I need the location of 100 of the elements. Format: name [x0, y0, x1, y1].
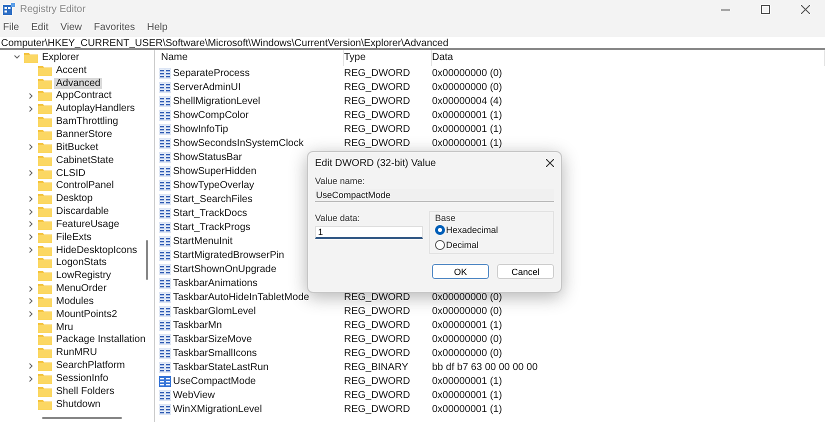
- value-name[interactable]: WinXMigrationLevel: [173, 404, 262, 414]
- value-type: REG_DWORD: [344, 138, 410, 148]
- value-name[interactable]: TaskbarAnimations: [173, 278, 258, 288]
- value-name[interactable]: ShowSuperHidden: [173, 166, 256, 176]
- tree-item[interactable]: Accent: [54, 64, 89, 76]
- radio-option[interactable]: Hexadecimal: [435, 223, 548, 238]
- menu-item[interactable]: View: [60, 22, 82, 33]
- tree-item[interactable]: LowRegistry: [54, 270, 114, 282]
- value-name[interactable]: TaskbarSizeMove: [173, 334, 252, 344]
- tree-item[interactable]: SearchPlatform: [54, 360, 127, 372]
- tree-item[interactable]: LogonStats: [54, 257, 109, 268]
- folder-icon: [38, 206, 52, 218]
- tree-item[interactable]: SessionInfo: [54, 373, 110, 384]
- menu-item[interactable]: Favorites: [94, 22, 135, 33]
- column-header[interactable]: Name: [159, 50, 344, 66]
- value-name[interactable]: StartMenuInit: [173, 236, 232, 246]
- value-data: 0x00000004 (4): [432, 96, 502, 106]
- value-data-field[interactable]: 1: [315, 226, 423, 239]
- close-icon[interactable]: [546, 159, 554, 167]
- folder-icon: [38, 373, 52, 384]
- folder-icon: [38, 154, 52, 166]
- tree-item[interactable]: HideDesktopIcons: [54, 244, 140, 256]
- value-data: 0x00000000 (0): [432, 306, 502, 316]
- tree-item[interactable]: BamThrottling: [54, 116, 120, 128]
- value-name[interactable]: ShellMigrationLevel: [173, 96, 260, 106]
- radio-icon[interactable]: [435, 225, 445, 236]
- tree-item[interactable]: AutoplayHandlers: [54, 103, 137, 114]
- field-label: Value data:: [315, 213, 361, 223]
- chevron-right-icon[interactable]: [27, 169, 35, 178]
- value-name[interactable]: ShowCompColor: [173, 110, 249, 120]
- radio-icon[interactable]: [435, 240, 445, 250]
- close-icon[interactable]: [800, 4, 810, 14]
- tree-item[interactable]: Advanced: [54, 78, 102, 89]
- address-bar[interactable]: Computer\HKEY_CURRENT_USER\Software\Microsoft\Windows\CurrentVersion\Explorer\Advanced: [0, 37, 825, 50]
- value-name[interactable]: Start_SearchFiles: [173, 194, 252, 204]
- tree-item[interactable]: AppContract: [54, 90, 114, 102]
- value-name[interactable]: SeparateProcess: [173, 68, 250, 78]
- tree-item[interactable]: Discardable: [54, 206, 111, 218]
- folder-icon: [38, 398, 52, 410]
- folder-icon: [38, 347, 52, 358]
- value-name[interactable]: Start_TrackDocs: [173, 208, 248, 218]
- value-name[interactable]: WebView: [173, 390, 215, 400]
- tree-item[interactable]: CabinetState: [54, 154, 116, 166]
- menu-item[interactable]: Help: [146, 22, 168, 33]
- column-header[interactable]: Data: [432, 50, 825, 66]
- value-name[interactable]: StartShownOnUpgrade: [173, 264, 276, 274]
- folder-icon: [38, 218, 52, 230]
- cancel-button[interactable]: Cancel: [497, 264, 554, 279]
- chevron-down-icon[interactable]: [13, 53, 21, 62]
- value-name[interactable]: TaskbarMn: [173, 320, 222, 330]
- tree-item[interactable]: Desktop: [54, 193, 95, 204]
- value-name[interactable]: Start_TrackProgs: [173, 222, 250, 232]
- value-name[interactable]: TaskbarGlomLevel: [173, 306, 256, 316]
- radio-option[interactable]: Decimal: [435, 238, 548, 252]
- value-type: REG_DWORD: [344, 110, 410, 120]
- value-name[interactable]: TaskbarStateLastRun: [173, 362, 269, 372]
- tree-item[interactable]: CLSID: [54, 168, 88, 179]
- value-name[interactable]: TaskbarAutoHideInTabletMode: [173, 292, 310, 302]
- scrollbar-thumb[interactable]: [146, 240, 148, 280]
- maximize-icon[interactable]: [760, 4, 770, 14]
- chevron-right-icon[interactable]: [27, 143, 35, 152]
- tree-item[interactable]: FileExts: [54, 232, 94, 243]
- value-name[interactable]: ShowInfoTip: [173, 124, 228, 134]
- tree-item[interactable]: Shutdown: [54, 398, 102, 410]
- folder-icon: [24, 52, 38, 63]
- group-label: Base: [435, 213, 457, 223]
- menu-item[interactable]: Edit: [31, 22, 48, 33]
- tree-item[interactable]: Mru: [54, 322, 76, 333]
- value-name[interactable]: ShowStatusBar: [173, 152, 242, 162]
- value-name[interactable]: UseCompactMode: [173, 376, 256, 386]
- menu-item[interactable]: File: [3, 22, 20, 33]
- scrollbar-thumb[interactable]: [42, 417, 122, 419]
- ok-button[interactable]: OK: [432, 264, 489, 279]
- folder-icon: [38, 334, 52, 346]
- value-data: 0x00000000 (0): [432, 292, 502, 302]
- value-name[interactable]: TaskbarSmallIcons: [173, 348, 257, 358]
- tree-item[interactable]: BannerStore: [54, 128, 114, 140]
- value-name[interactable]: ServerAdminUI: [173, 82, 241, 92]
- tree-item[interactable]: Shell Folders: [54, 386, 116, 397]
- tree-item[interactable]: Modules: [54, 296, 96, 307]
- value-type: REG_DWORD: [344, 124, 410, 134]
- value-type: REG_DWORD: [344, 390, 410, 400]
- tree-item[interactable]: Explorer: [40, 52, 82, 63]
- tree-item[interactable]: MountPoints2: [54, 308, 120, 320]
- value-type: REG_DWORD: [344, 348, 410, 358]
- value-type: REG_DWORD: [344, 68, 410, 78]
- column-header[interactable]: Type: [344, 50, 432, 66]
- tree-item[interactable]: BitBucket: [54, 142, 100, 153]
- tree-item[interactable]: MenuOrder: [54, 283, 109, 294]
- value-name-field: UseCompactMode: [315, 189, 554, 202]
- value-name[interactable]: StartMigratedBrowserPin: [173, 250, 284, 260]
- value-type: REG_BINARY: [344, 362, 408, 372]
- tree-item[interactable]: ControlPanel: [54, 180, 116, 192]
- field-label: Value name:: [315, 176, 366, 186]
- value-name[interactable]: ShowTypeOverlay: [173, 180, 254, 190]
- folder-icon: [38, 64, 52, 76]
- tree-item[interactable]: RunMRU: [54, 347, 100, 358]
- tree-item[interactable]: Package Installation: [54, 334, 148, 346]
- tree-item[interactable]: FeatureUsage: [54, 218, 122, 230]
- value-name[interactable]: ShowSecondsInSystemClock: [173, 138, 304, 148]
